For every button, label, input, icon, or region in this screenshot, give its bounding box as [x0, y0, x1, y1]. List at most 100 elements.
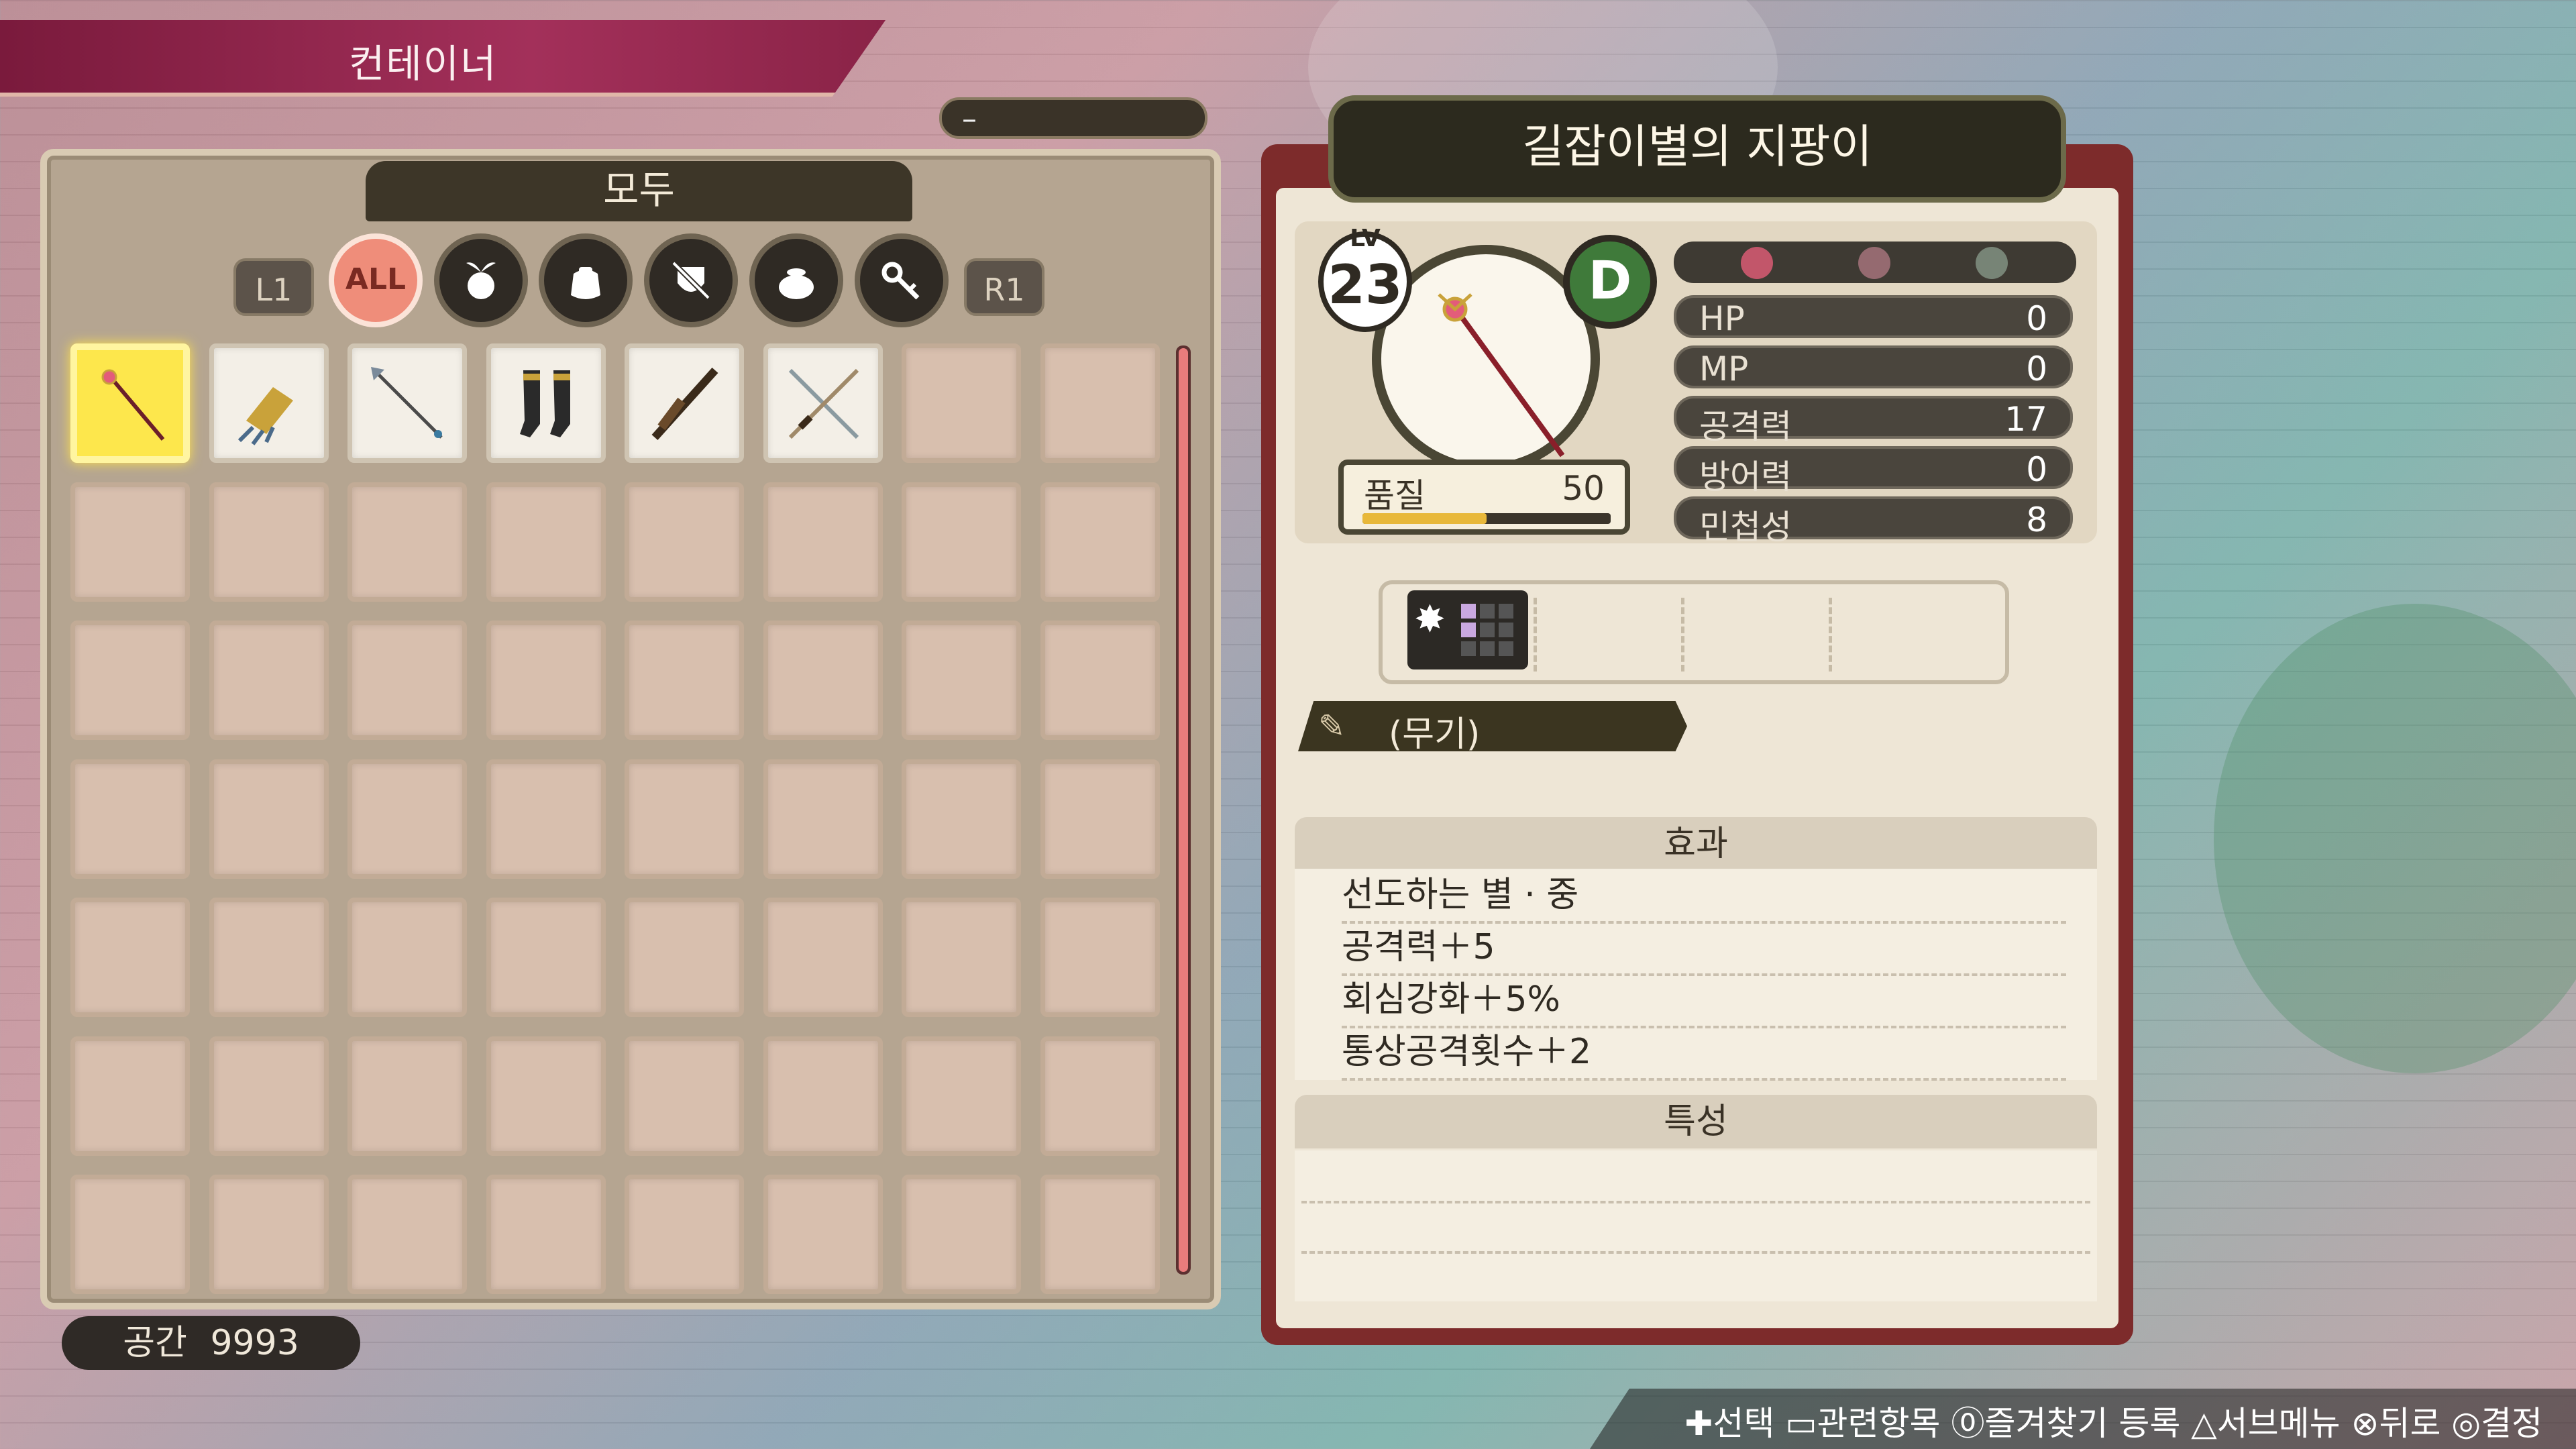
- quality-label: 품질: [1364, 476, 1426, 515]
- inventory-slot-empty[interactable]: [763, 621, 883, 740]
- inventory-slot-staff[interactable]: [70, 343, 190, 463]
- inventory-slot-empty[interactable]: [70, 621, 190, 740]
- space-label: 공간: [123, 1323, 187, 1363]
- inventory-slot-empty[interactable]: [625, 482, 744, 602]
- inventory-slot-empty[interactable]: [763, 1175, 883, 1294]
- character-avatar-icon: [1976, 247, 2008, 279]
- stat-mp: MP 0: [1674, 345, 2073, 388]
- inventory-slot-empty[interactable]: [209, 1036, 329, 1156]
- inventory-slot-empty[interactable]: [1040, 1036, 1160, 1156]
- effect-item: 회심강화＋5%: [1342, 973, 2066, 1028]
- category-equipment-button[interactable]: [644, 233, 738, 327]
- inventory-slot-empty[interactable]: [486, 1036, 606, 1156]
- inventory-slot-empty[interactable]: [763, 898, 883, 1017]
- stat-label: MP: [1699, 350, 1749, 388]
- inventory-slot-empty[interactable]: [347, 898, 467, 1017]
- inventory-slot-rifle[interactable]: [625, 343, 744, 463]
- inventory-slot-empty[interactable]: [347, 1175, 467, 1294]
- inventory-slot-spear[interactable]: [347, 343, 467, 463]
- inventory-slot-empty[interactable]: [70, 482, 190, 602]
- inventory-slot-empty[interactable]: [1040, 343, 1160, 463]
- inventory-slot-boots[interactable]: [486, 343, 606, 463]
- inventory-slot-empty[interactable]: [486, 621, 606, 740]
- inventory-slot-empty[interactable]: [902, 482, 1021, 602]
- inventory-slot-empty[interactable]: [902, 621, 1021, 740]
- inventory-slot-empty[interactable]: [70, 1175, 190, 1294]
- inventory-scrollbar[interactable]: [1176, 345, 1191, 1275]
- prev-category-button[interactable]: L1: [233, 258, 314, 316]
- category-key-button[interactable]: [855, 233, 949, 327]
- space-counter: 공간 9993: [62, 1316, 360, 1370]
- item-name: 길잡이별의 지팡이: [1328, 95, 2066, 203]
- inventory-slot-empty[interactable]: [486, 759, 606, 879]
- inventory-slot-empty[interactable]: [902, 343, 1021, 463]
- stat-hp: HP 0: [1674, 295, 2073, 338]
- inventory-slot-empty[interactable]: [625, 1036, 744, 1156]
- inventory-slot-empty[interactable]: [486, 482, 606, 602]
- inventory-slot-empty[interactable]: [902, 898, 1021, 1017]
- inventory-slot-empty[interactable]: [347, 482, 467, 602]
- rifle-icon: [651, 367, 718, 441]
- inventory-slot-empty[interactable]: [209, 1175, 329, 1294]
- effect-item: 공격력＋5: [1342, 921, 2066, 976]
- boots-icon: [519, 370, 570, 437]
- inventory-slot-empty[interactable]: [902, 1175, 1021, 1294]
- category-title: 모두: [366, 161, 912, 221]
- category-ingredient-button[interactable]: [434, 233, 528, 327]
- inventory-slot-empty[interactable]: [1040, 898, 1160, 1017]
- effect-item: 선도하는 별 · 중: [1342, 869, 2066, 924]
- inventory-slot-empty[interactable]: [763, 759, 883, 879]
- category-pot-button[interactable]: [749, 233, 843, 327]
- inventory-slot-empty[interactable]: [486, 898, 606, 1017]
- inventory-slot-empty[interactable]: [70, 898, 190, 1017]
- inventory-slot-empty[interactable]: [625, 621, 744, 740]
- inventory-slot-empty[interactable]: [625, 1175, 744, 1294]
- grade-badge: D: [1563, 235, 1657, 329]
- character-avatar-icon: [1858, 247, 1890, 279]
- inventory-slot-empty[interactable]: [1040, 1175, 1160, 1294]
- trait-slot: [1301, 1251, 2090, 1254]
- screen-title: 컨테이너: [349, 41, 498, 87]
- inventory-slot-empty[interactable]: [347, 1036, 467, 1156]
- gauntlet-icon: [237, 387, 293, 445]
- stat-value: 0: [2026, 350, 2047, 388]
- inventory-slot-empty[interactable]: [486, 1175, 606, 1294]
- item-type-bar: ✎ (무기): [1298, 701, 1687, 751]
- inventory-slot-empty[interactable]: [625, 898, 744, 1017]
- inventory-slot-empty[interactable]: [1040, 621, 1160, 740]
- inventory-slot-empty[interactable]: [902, 1036, 1021, 1156]
- crossed-swords-icon: [788, 368, 859, 439]
- stat-label: HP: [1699, 299, 1745, 338]
- stat-defense: 방어력 0: [1674, 446, 2073, 496]
- inventory-slot-crossed-swords[interactable]: [763, 343, 883, 463]
- sort-indicator[interactable]: –: [939, 97, 1208, 139]
- inventory-slot-empty[interactable]: [625, 759, 744, 879]
- scrollbar-thumb[interactable]: [1179, 348, 1188, 1272]
- inventory-slot-empty[interactable]: [902, 759, 1021, 879]
- svg-text:✸: ✸: [1414, 598, 1446, 641]
- bag-icon: [571, 267, 600, 299]
- inventory-slot-empty[interactable]: [1040, 482, 1160, 602]
- category-all-button[interactable]: ALL: [329, 233, 423, 327]
- inventory-slot-empty[interactable]: [763, 482, 883, 602]
- inventory-slot-empty[interactable]: [763, 1036, 883, 1156]
- effects-header: 효과: [1295, 817, 2097, 871]
- stat-value: 17: [2004, 400, 2047, 439]
- traits-list: [1295, 1150, 2097, 1301]
- inventory-slot-empty[interactable]: [70, 1036, 190, 1156]
- category-bag-button[interactable]: [539, 233, 633, 327]
- inventory-slot-empty[interactable]: [70, 759, 190, 879]
- pot-icon: [779, 268, 814, 299]
- screen-title-banner: 컨테이너: [0, 20, 885, 97]
- inventory-slot-empty[interactable]: [209, 482, 329, 602]
- character-avatar-icon: [1741, 247, 1773, 279]
- stat-value: 8: [2026, 500, 2047, 539]
- inventory-slot-empty[interactable]: [209, 759, 329, 879]
- inventory-slot-empty[interactable]: [347, 759, 467, 879]
- next-category-button[interactable]: R1: [964, 258, 1044, 316]
- inventory-slot-empty[interactable]: [209, 621, 329, 740]
- inventory-slot-empty[interactable]: [1040, 759, 1160, 879]
- inventory-slot-gauntlet[interactable]: [209, 343, 329, 463]
- inventory-slot-empty[interactable]: [209, 898, 329, 1017]
- inventory-slot-empty[interactable]: [347, 621, 467, 740]
